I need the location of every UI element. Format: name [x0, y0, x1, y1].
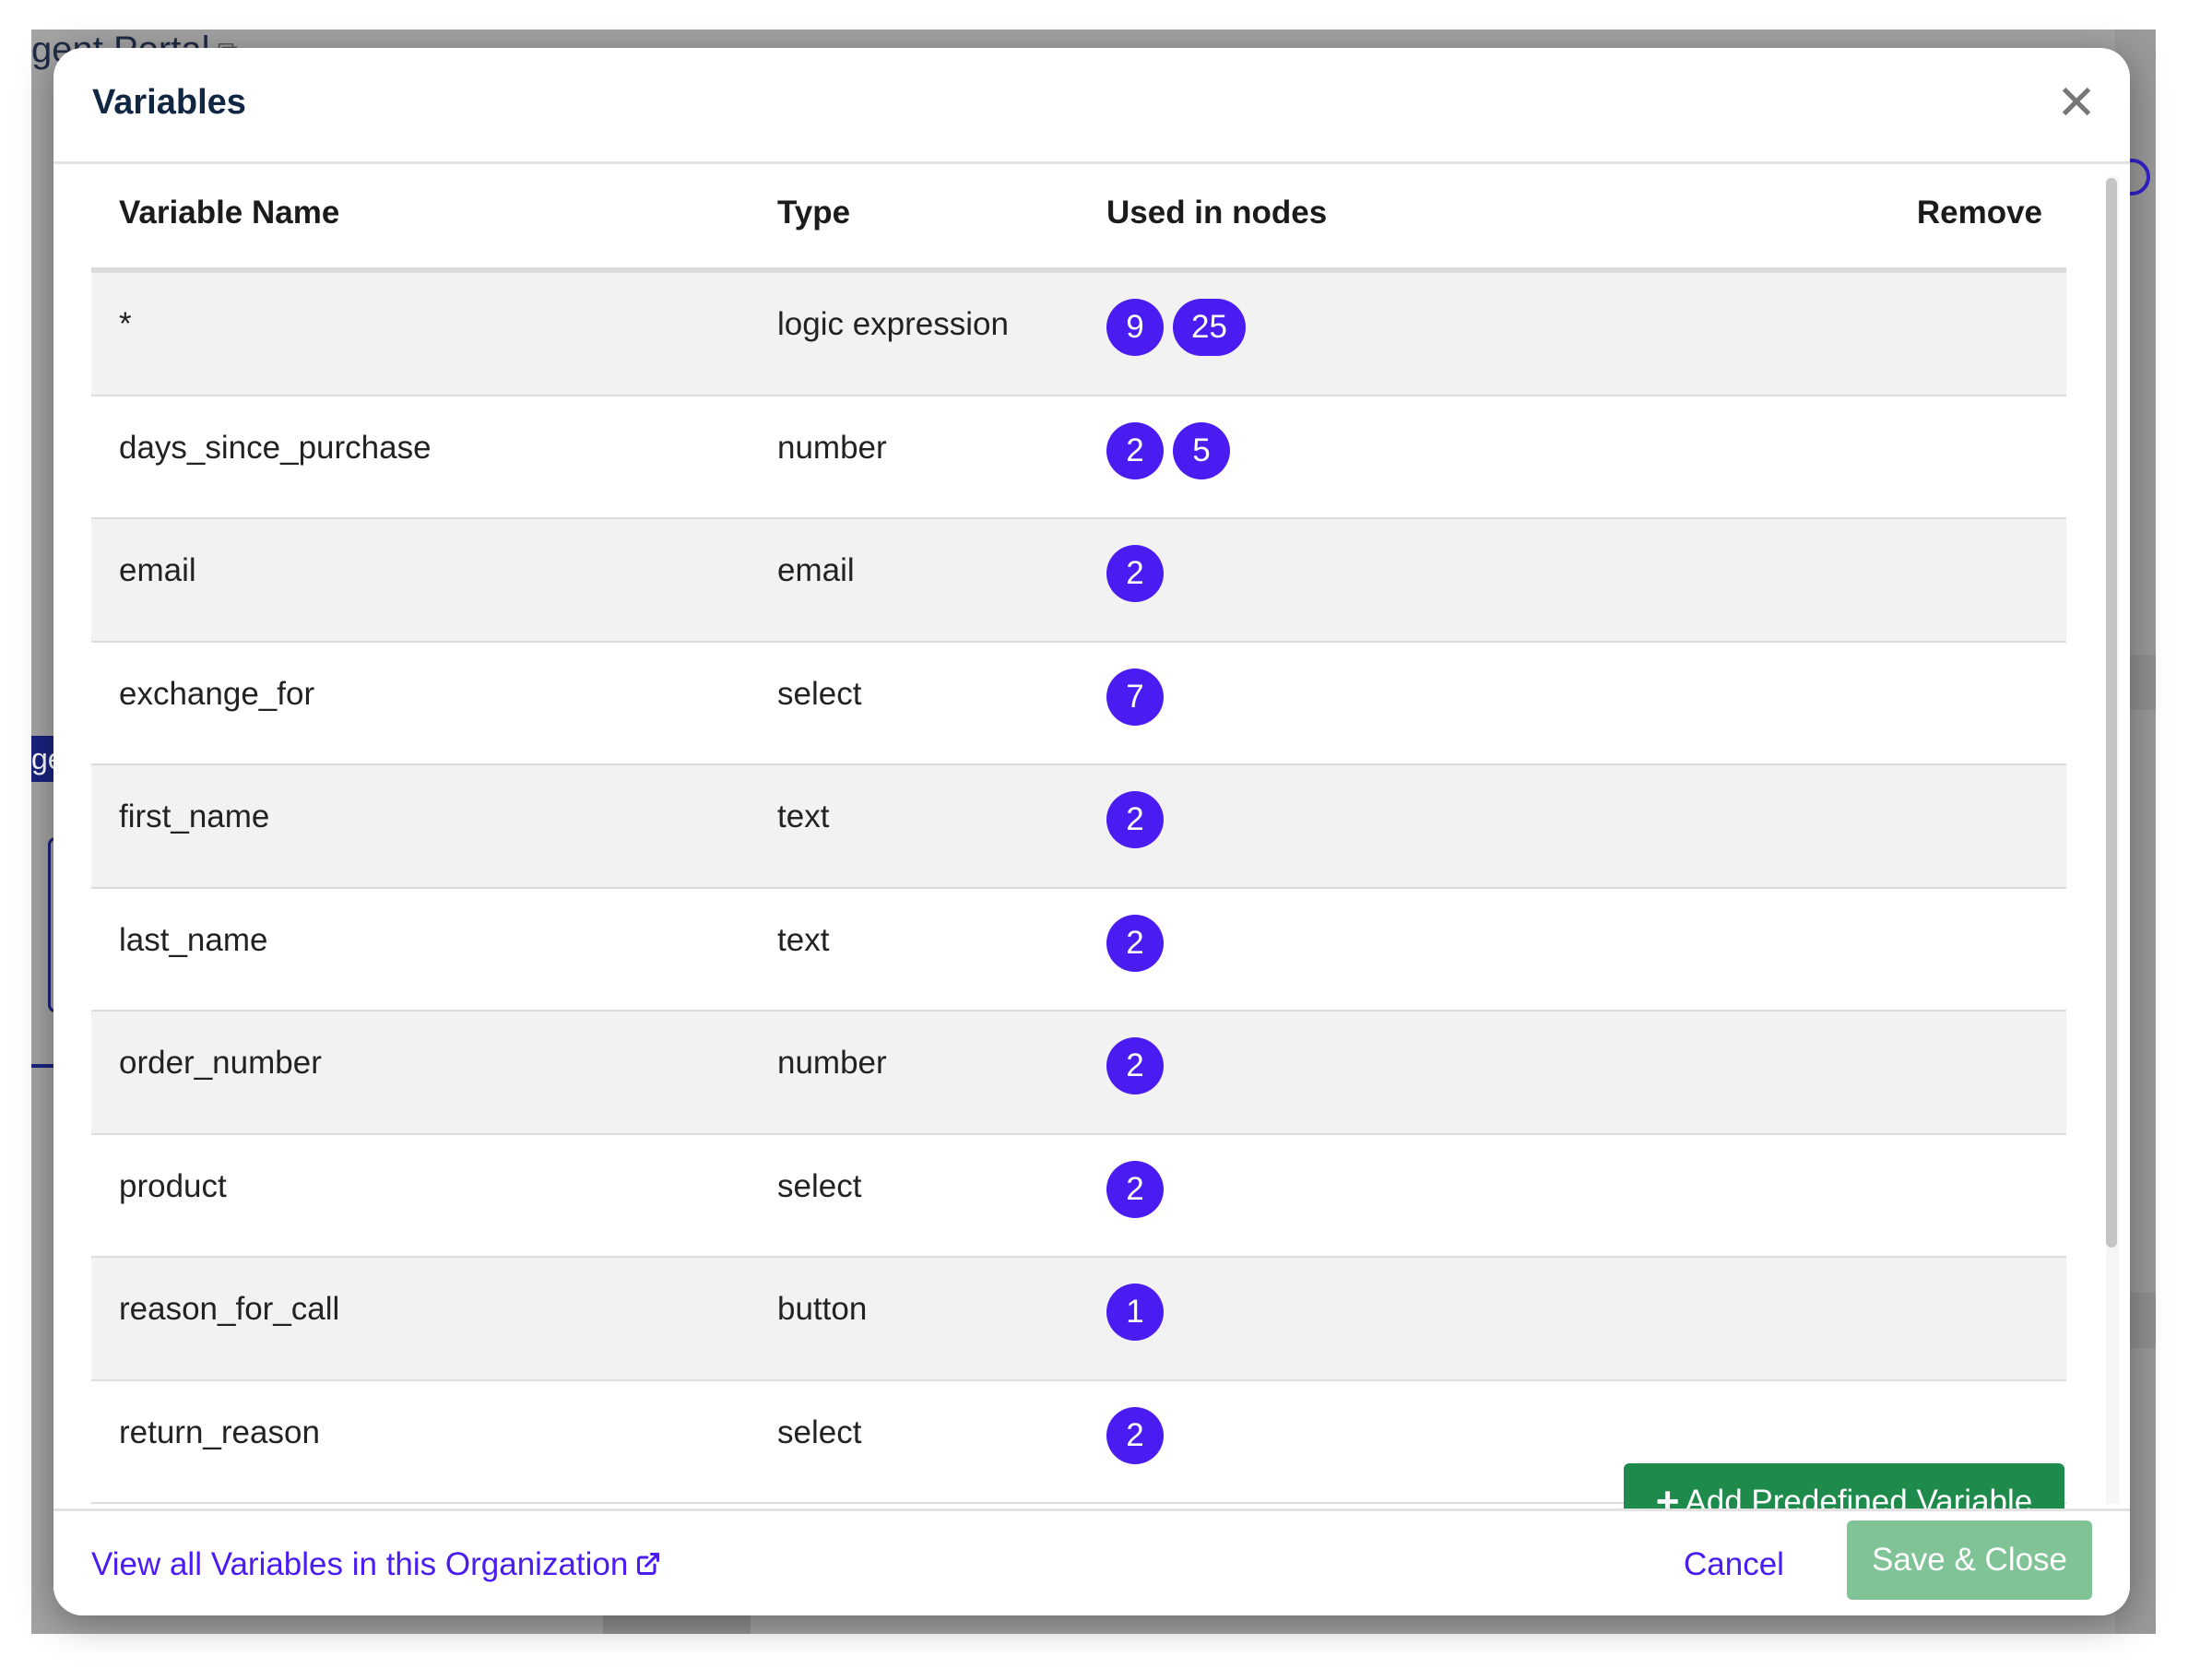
- add-predefined-variable-button[interactable]: + Add Predefined Variable: [1624, 1463, 2064, 1508]
- variables-modal: Variables ✕ Variable Name Type Used in n…: [53, 48, 2130, 1615]
- modal-title: Variables: [92, 83, 246, 122]
- column-header-remove: Remove: [1916, 195, 2042, 231]
- modal-footer: View all Variables in this Organization …: [53, 1508, 2130, 1615]
- used-in-nodes-cell: 2: [1106, 545, 1164, 602]
- variable-name-cell: *: [119, 306, 132, 342]
- node-badge[interactable]: 2: [1106, 545, 1164, 602]
- table-row: order_number number 2: [91, 1012, 2066, 1135]
- variable-name-cell: product: [119, 1167, 227, 1204]
- used-in-nodes-cell: 9 25: [1106, 299, 1246, 356]
- table-row: reason_for_call button 1: [91, 1258, 2066, 1381]
- used-in-nodes-cell: 2: [1106, 914, 1164, 972]
- table-row: email email 2: [91, 519, 2066, 643]
- used-in-nodes-cell: 2: [1106, 1037, 1164, 1094]
- used-in-nodes-cell: 25: [1106, 421, 1230, 479]
- variable-name-cell: first_name: [119, 799, 270, 834]
- table-body: * logic expression 9 25 days_since_purchase n…: [91, 273, 2066, 1504]
- node-badge[interactable]: 2: [1106, 1037, 1164, 1094]
- modal-header: Variables ✕: [53, 48, 2130, 164]
- background-bar: [603, 1615, 751, 1634]
- table-row: product select 2: [91, 1135, 2066, 1258]
- node-badge[interactable]: 2: [1106, 421, 1164, 479]
- used-in-nodes-cell: 2: [1106, 1160, 1164, 1218]
- column-header-variable-name: Variable Name: [119, 195, 340, 231]
- variable-type-cell: select: [777, 1414, 862, 1450]
- view-all-variables-label: View all Variables in this Organization: [91, 1546, 629, 1582]
- variable-type-cell: select: [777, 675, 862, 712]
- used-in-nodes-cell: 2: [1106, 1406, 1164, 1464]
- variable-name-cell: order_number: [119, 1045, 322, 1081]
- variable-type-cell: number: [777, 429, 887, 466]
- used-in-nodes-cell: 2: [1106, 791, 1164, 848]
- column-header-type: Type: [777, 195, 851, 231]
- node-badge[interactable]: 2: [1106, 791, 1164, 848]
- column-header-used-in-nodes: Used in nodes: [1106, 195, 1328, 231]
- variable-type-cell: text: [777, 799, 830, 834]
- variable-type-cell: number: [777, 1045, 887, 1081]
- save-and-close-button[interactable]: Save & Close: [1847, 1520, 2092, 1600]
- variable-name-cell: days_since_purchase: [119, 429, 432, 466]
- cancel-button[interactable]: Cancel: [1684, 1546, 1784, 1583]
- table-row: first_name text 2: [91, 765, 2066, 889]
- node-badge[interactable]: 9: [1106, 299, 1164, 356]
- used-in-nodes-cell: 1: [1106, 1284, 1164, 1341]
- table-row: days_since_purchase number 2 5: [91, 396, 2066, 519]
- variable-type-cell: button: [777, 1291, 868, 1327]
- table-row: exchange_for select 7: [91, 643, 2066, 765]
- variable-name-cell: last_name: [119, 921, 268, 958]
- scrollbar-thumb[interactable]: [2106, 178, 2117, 1248]
- variable-type-cell: email: [777, 552, 855, 588]
- external-link-icon: [637, 1552, 660, 1576]
- view-all-variables-link[interactable]: View all Variables in this Organization: [91, 1546, 661, 1583]
- close-icon[interactable]: ✕: [2054, 79, 2099, 127]
- node-badge[interactable]: 25: [1173, 299, 1246, 356]
- variable-name-cell: return_reason: [119, 1414, 320, 1450]
- node-badge[interactable]: 1: [1106, 1284, 1164, 1341]
- table-header: Variable Name Type Used in nodes Remove: [91, 167, 2066, 273]
- node-badge[interactable]: 2: [1106, 914, 1164, 972]
- node-badge[interactable]: 5: [1173, 421, 1230, 479]
- variable-name-cell: reason_for_call: [119, 1291, 340, 1327]
- modal-body[interactable]: Variable Name Type Used in nodes Remove …: [53, 167, 2130, 1508]
- table-row: last_name text 2: [91, 889, 2066, 1012]
- plus-icon: +: [1655, 1479, 1680, 1508]
- node-badge[interactable]: 2: [1106, 1406, 1164, 1464]
- variable-type-cell: select: [777, 1167, 862, 1204]
- node-badge[interactable]: 2: [1106, 1160, 1164, 1218]
- variable-name-cell: exchange_for: [119, 675, 315, 712]
- add-predefined-variable-label: Add Predefined Variable: [1685, 1484, 2033, 1508]
- variable-name-cell: email: [119, 552, 196, 588]
- variable-type-cell: text: [777, 921, 830, 958]
- variable-type-cell: logic expression: [777, 306, 1009, 342]
- variables-table: Variable Name Type Used in nodes Remove …: [91, 167, 2066, 1504]
- table-row: * logic expression 9 25: [91, 273, 2066, 396]
- used-in-nodes-cell: 7: [1106, 668, 1164, 726]
- node-badge[interactable]: 7: [1106, 668, 1164, 726]
